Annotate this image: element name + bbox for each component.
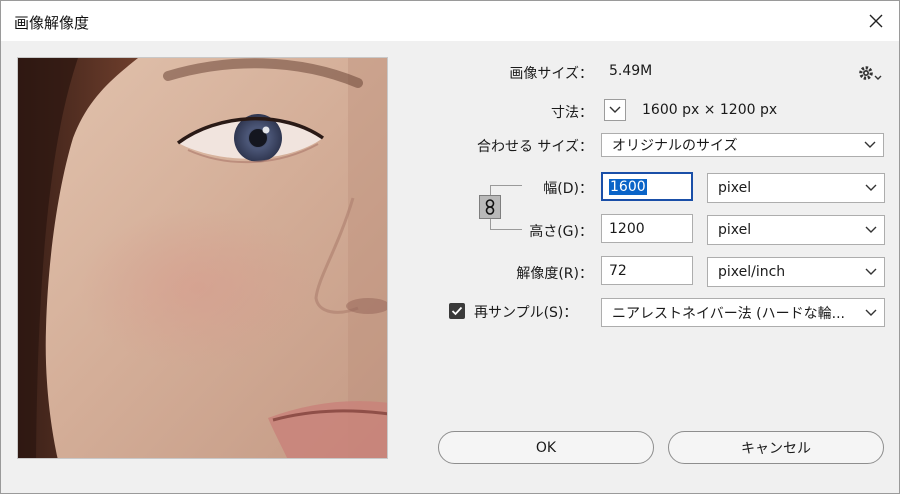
title-bar: 画像解像度 (1, 1, 899, 41)
width-unit-select[interactable]: pixel (707, 173, 885, 203)
close-button[interactable] (853, 1, 899, 41)
cancel-button-label: キャンセル (741, 440, 811, 457)
width-value: 1600 (609, 178, 647, 195)
height-unit-select[interactable]: pixel (707, 215, 885, 245)
link-icon (485, 199, 495, 215)
fit-to-select[interactable]: オリジナルのサイズ (601, 133, 884, 157)
resample-label: 再サンプル(S)： (474, 305, 578, 321)
image-preview[interactable] (17, 57, 388, 459)
height-unit-value: pixel (718, 222, 752, 238)
image-size-label: 画像サイズ： (509, 66, 593, 82)
resolution-label: 解像度(R)： (516, 266, 593, 282)
constrain-proportions-button[interactable] (479, 195, 501, 219)
image-size-value: 5.49M (609, 63, 653, 79)
chevron-down-icon (609, 106, 621, 113)
width-unit-value: pixel (718, 180, 752, 196)
dimensions-label: 寸法： (551, 105, 593, 121)
fit-to-label: 合わせる サイズ： (476, 139, 593, 155)
chevron-down-icon (865, 184, 877, 191)
fit-to-value: オリジナルのサイズ (612, 138, 738, 154)
dialog-title: 画像解像度 (14, 14, 90, 32)
resolution-input[interactable]: 72 (601, 256, 693, 285)
gear-icon (859, 66, 882, 80)
resample-method-value: ニアレストネイバー法 (ハードな輪... (612, 305, 845, 322)
width-input[interactable]: 1600 (601, 172, 693, 201)
resample-checkbox[interactable] (449, 303, 465, 319)
close-icon (869, 14, 883, 28)
ok-button[interactable]: OK (438, 431, 654, 464)
dimensions-unit-toggle[interactable] (604, 99, 626, 121)
resolution-unit-value: pixel/inch (718, 264, 786, 280)
preview-photo (18, 58, 387, 458)
resolution-value: 72 (609, 262, 627, 279)
cancel-button[interactable]: キャンセル (668, 431, 884, 464)
chevron-down-icon (865, 268, 877, 275)
dimensions-value: 1600 px × 1200 px (642, 102, 778, 118)
image-size-dialog: 画像解像度 画像サイズ： 5.49M 寸法： 1600 px × 1200 px… (0, 0, 900, 494)
link-bracket-bottom (490, 219, 522, 230)
resample-method-select[interactable]: ニアレストネイバー法 (ハードな輪... (601, 298, 885, 327)
height-value: 1200 (609, 220, 645, 237)
settings-button[interactable] (858, 64, 884, 82)
height-label: 高さ(G)： (529, 224, 593, 240)
height-input[interactable]: 1200 (601, 214, 693, 243)
chevron-down-icon (864, 141, 876, 148)
checkmark-icon (451, 306, 463, 316)
width-label: 幅(D)： (543, 181, 593, 197)
chevron-down-icon (865, 309, 877, 316)
ok-button-label: OK (535, 439, 557, 456)
resolution-unit-select[interactable]: pixel/inch (707, 257, 885, 287)
chevron-down-icon (865, 226, 877, 233)
link-bracket-top (490, 185, 522, 195)
